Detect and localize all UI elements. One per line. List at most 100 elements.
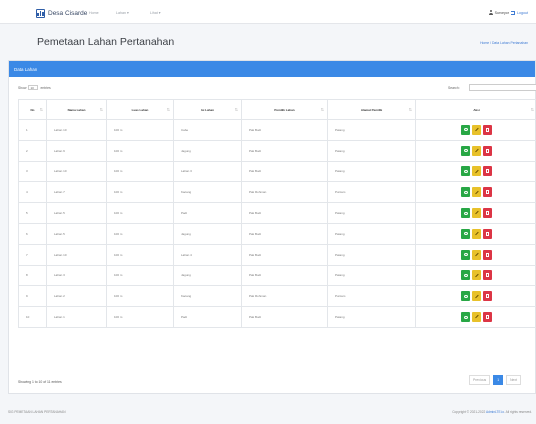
table-row: 7 Lahan 10 100 m Lahan 4 Pak Budi Patang <box>18 243 536 266</box>
action-buttons <box>461 166 492 177</box>
table-header-row: No ⇅ Nama Lahan ⇅ Luas Lahan ⇅ Isi Lahan ⇅ P… <box>18 99 536 120</box>
edit-button[interactable] <box>472 187 481 198</box>
delete-button[interactable] <box>483 291 492 302</box>
edit-button[interactable] <box>472 124 481 135</box>
column-header[interactable]: No ⇅ <box>18 99 47 120</box>
trash-icon <box>486 190 489 195</box>
view-button[interactable] <box>461 312 470 323</box>
search-label: Search: <box>448 86 460 90</box>
table-cell: 6 <box>18 222 47 245</box>
delete-button[interactable] <box>483 249 492 260</box>
actions-cell <box>415 160 536 183</box>
edit-button[interactable] <box>472 291 481 302</box>
table-cell: Patang <box>327 243 416 266</box>
edit-button[interactable] <box>472 312 481 323</box>
sort-icon: ⇅ <box>320 107 324 112</box>
table-cell: Patang <box>327 222 416 245</box>
user-menu[interactable]: Surveyor Logout <box>488 10 528 15</box>
edit-button[interactable] <box>472 166 481 177</box>
nav-lahan-dropdown[interactable]: Lahan ▾ <box>116 11 129 15</box>
pencil-icon <box>474 232 479 236</box>
brand-logo-icon <box>36 8 45 18</box>
edit-button[interactable] <box>472 145 481 156</box>
trash-icon <box>486 231 489 236</box>
delete-button[interactable] <box>483 312 492 323</box>
view-button[interactable] <box>461 228 470 239</box>
copyright-link[interactable]: AdminLTE.io <box>486 410 504 414</box>
delete-button[interactable] <box>483 145 492 156</box>
eye-icon <box>463 128 468 132</box>
table-cell: 100 m <box>106 306 174 328</box>
table-cell: Pak Budi <box>241 306 328 328</box>
delete-button[interactable] <box>483 228 492 239</box>
column-header[interactable]: Aksi ⇅ <box>415 99 536 120</box>
table-row: 3 Lahan 10 100 m Lahan 3 Pak Budi Patang <box>18 160 536 183</box>
delete-button[interactable] <box>483 187 492 198</box>
table-cell: Lahan 7 <box>46 181 107 204</box>
view-button[interactable] <box>461 249 470 260</box>
pencil-icon <box>474 148 479 153</box>
table-cell: 100 m <box>106 285 174 308</box>
action-buttons <box>461 291 492 302</box>
pencil-icon <box>474 128 479 132</box>
view-button[interactable] <box>461 187 470 198</box>
actions-cell <box>415 119 536 141</box>
actions-cell <box>415 243 536 266</box>
column-header[interactable]: Luas Lahan ⇅ <box>106 99 174 120</box>
table-cell: Lahan 5 <box>46 222 107 245</box>
pencil-icon <box>474 190 479 195</box>
previous-button[interactable]: Previous <box>469 375 491 385</box>
action-buttons <box>461 208 492 219</box>
view-button[interactable] <box>461 145 470 156</box>
column-header[interactable]: Isi Lahan ⇅ <box>173 99 242 120</box>
view-button[interactable] <box>461 208 470 219</box>
view-button[interactable] <box>461 291 470 302</box>
action-buttons <box>461 124 492 135</box>
column-header[interactable]: Pemilik Lahan ⇅ <box>241 99 328 120</box>
sort-icon: ⇅ <box>99 107 103 112</box>
table-cell: Lahan 10 <box>46 119 107 141</box>
nav-home[interactable]: Home <box>89 11 99 15</box>
table-cell: Lahan 5 <box>46 202 107 224</box>
table-cell: Lahan 2 <box>46 285 107 308</box>
eye-icon <box>463 232 468 236</box>
table-cell: Padi <box>173 202 242 224</box>
edit-button[interactable] <box>472 208 481 219</box>
table-cell: Jagung <box>173 264 242 287</box>
table-cell: Padi <box>173 306 242 328</box>
view-button[interactable] <box>461 270 470 281</box>
table-row: 6 Lahan 5 100 m Jagung Pak Budi Patang <box>18 222 536 245</box>
entries-select[interactable]: 10 <box>28 85 39 90</box>
delete-button[interactable] <box>483 208 492 219</box>
page-1-button[interactable]: 1 <box>493 375 504 385</box>
table-cell: Cabe <box>173 119 242 141</box>
eye-icon <box>463 273 468 277</box>
trash-icon <box>486 273 489 278</box>
next-button[interactable]: Next <box>506 375 522 385</box>
brand[interactable]: Desa Cisarde <box>36 8 87 18</box>
actions-cell <box>415 264 536 287</box>
delete-button[interactable] <box>483 166 492 177</box>
column-header[interactable]: Nama Lahan ⇅ <box>46 99 107 120</box>
table-cell: Puntam <box>327 285 416 308</box>
table-cell: Pak Budi <box>241 160 328 183</box>
footer-copyright: Copyright © 2021-2022 AdminLTE.io. All r… <box>452 410 532 414</box>
nav-lihat-dropdown[interactable]: Lihat ▾ <box>150 11 161 15</box>
view-button[interactable] <box>461 166 470 177</box>
breadcrumb[interactable]: Home / Data Lahan Pertanahan <box>480 41 528 45</box>
delete-button[interactable] <box>483 124 492 135</box>
table-row: 1 Lahan 10 100 m Cabe Pak Budi Patang <box>18 119 536 141</box>
eye-icon <box>463 253 468 257</box>
edit-button[interactable] <box>472 270 481 281</box>
table-cell: Lahan 9 <box>46 139 107 162</box>
search-input[interactable] <box>469 84 536 91</box>
table-cell: Pak Budi <box>241 139 328 162</box>
edit-button[interactable] <box>472 249 481 260</box>
view-button[interactable] <box>461 124 470 135</box>
table-cell: 100 m <box>106 264 174 287</box>
showing-info: Showing 1 to 10 of 11 entries <box>18 380 62 384</box>
delete-button[interactable] <box>483 270 492 281</box>
column-header[interactable]: Alamat Pemilik ⇅ <box>327 99 416 120</box>
logout-link[interactable]: Logout <box>517 11 528 15</box>
edit-button[interactable] <box>472 228 481 239</box>
